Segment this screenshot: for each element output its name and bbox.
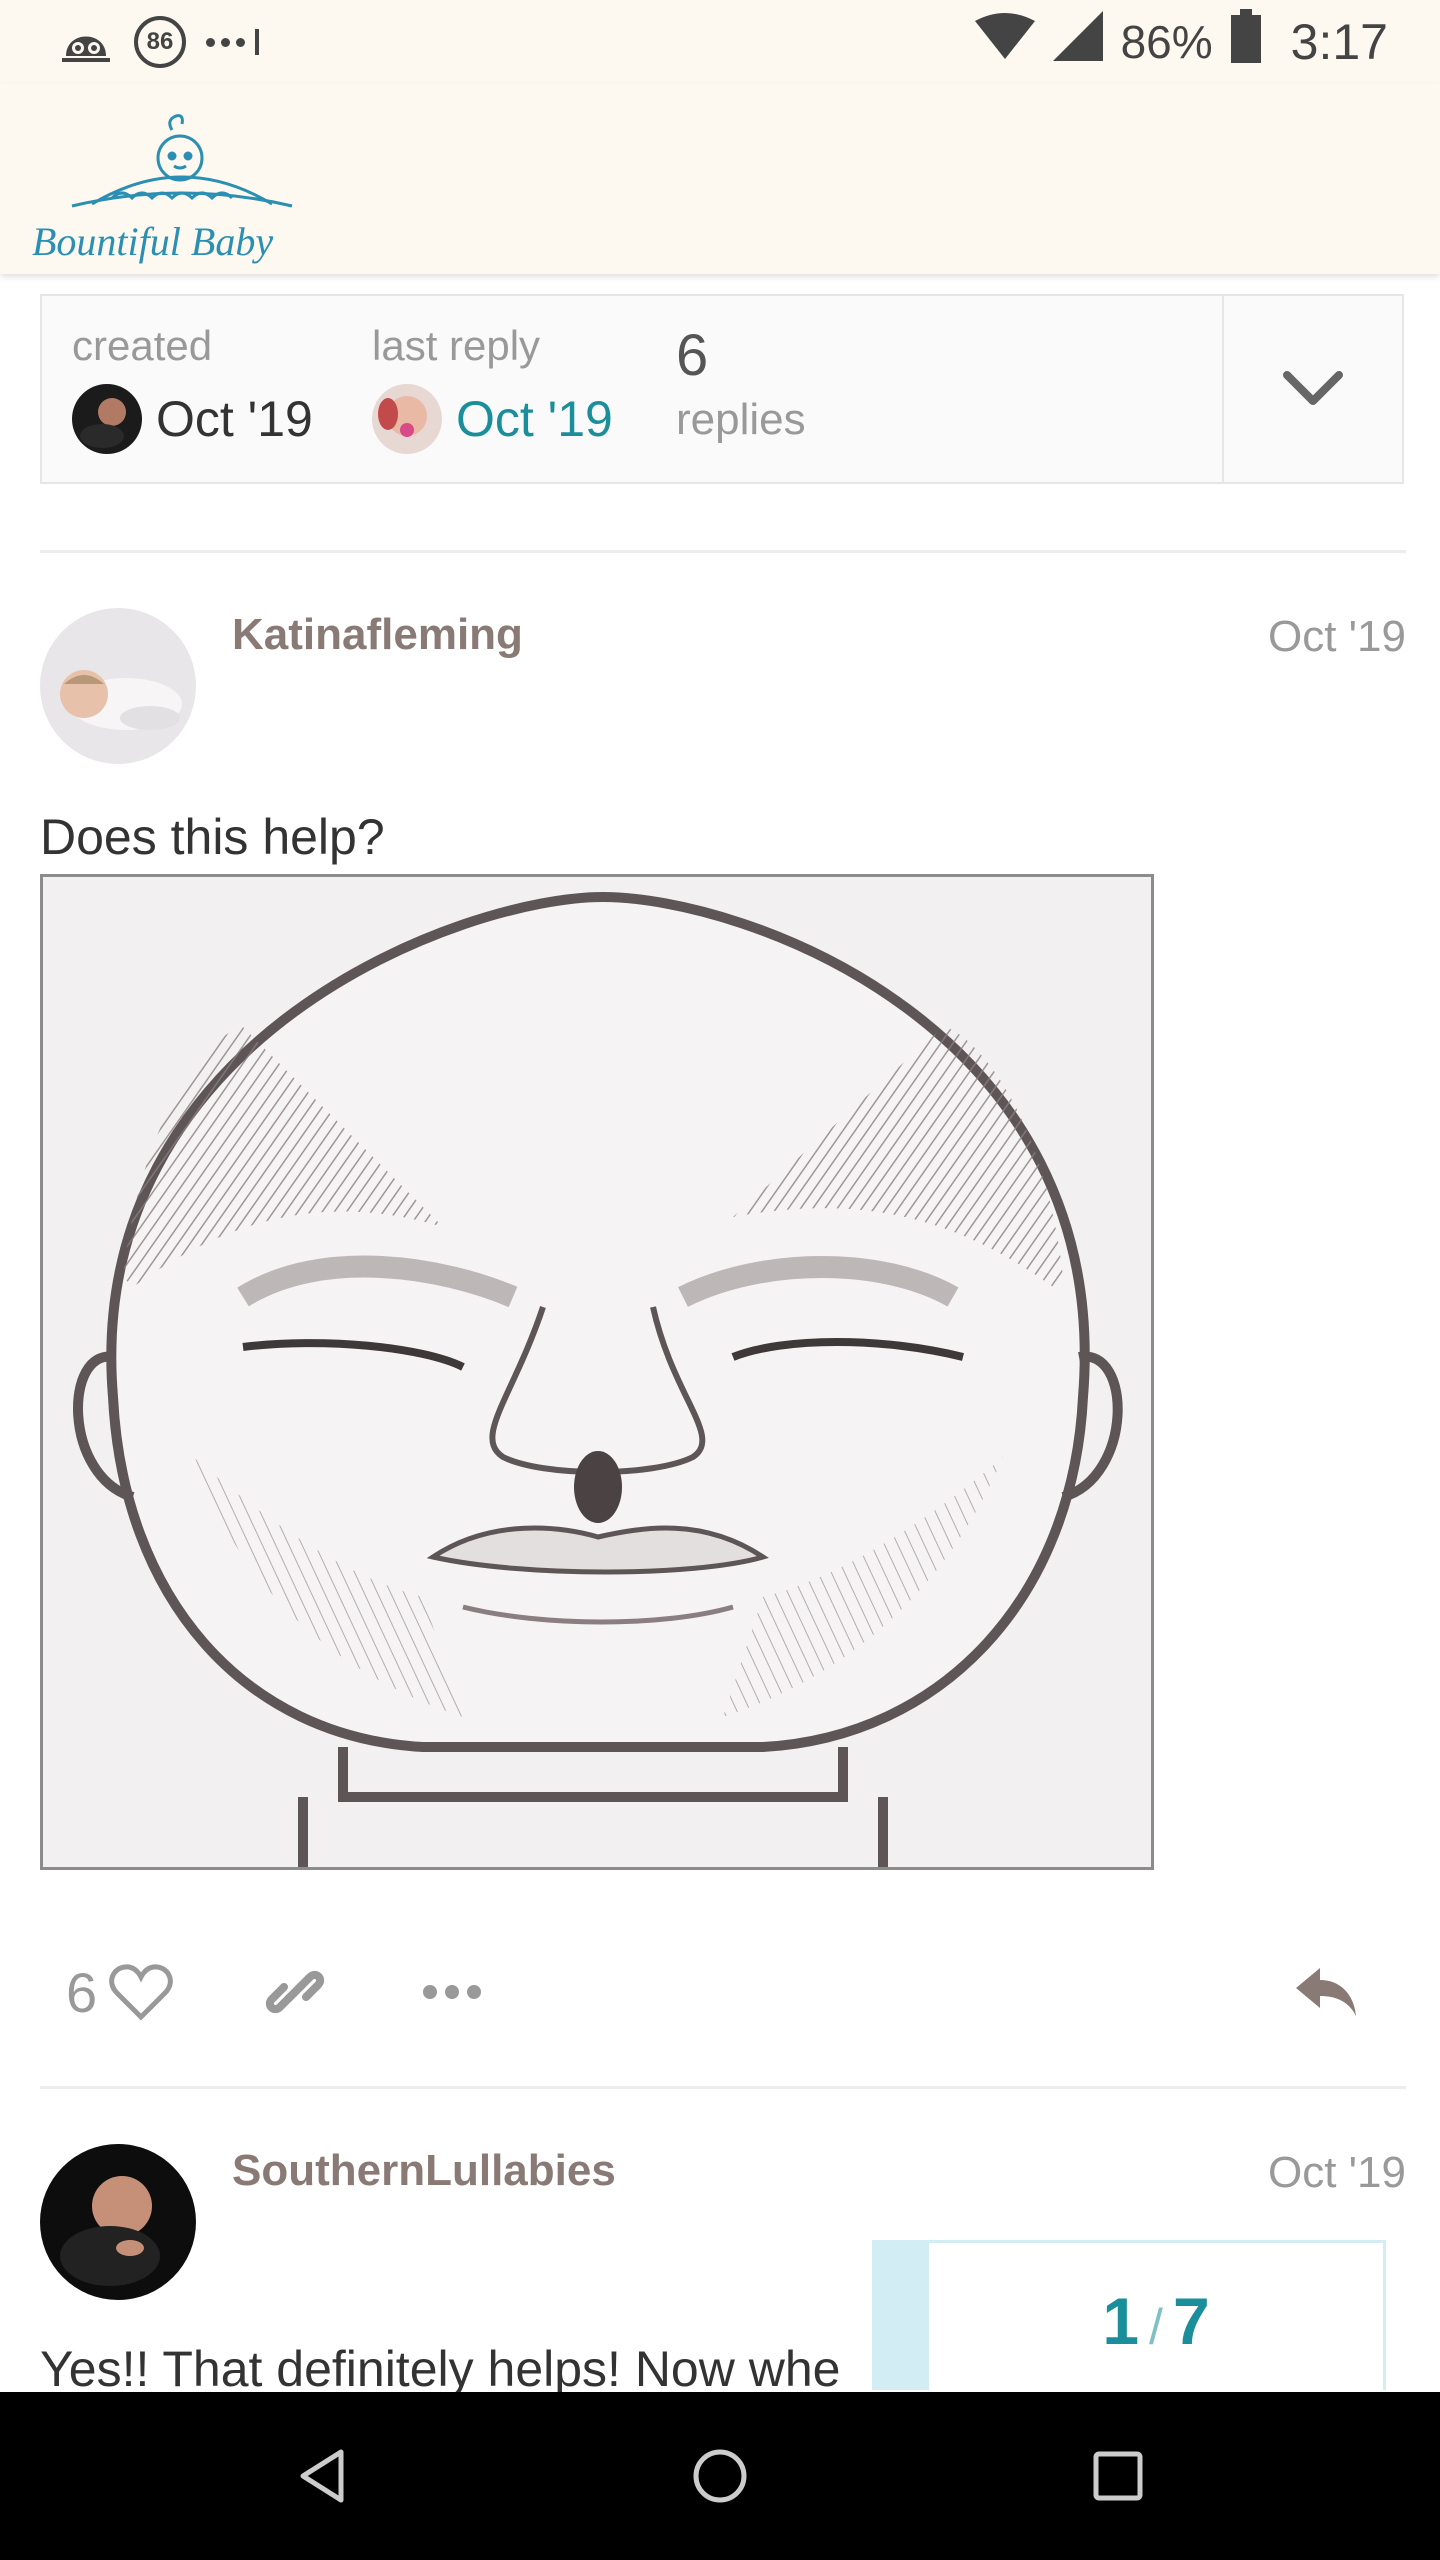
- creator-avatar[interactable]: [72, 384, 142, 454]
- replies-count: 6: [676, 323, 709, 388]
- clock: 3:17: [1290, 14, 1388, 70]
- post-date[interactable]: Oct '19: [1268, 2148, 1406, 2198]
- created-label: created: [72, 322, 213, 369]
- topic-map: created Oct '19 last reply Oct '19 6 rep…: [40, 294, 1404, 484]
- recents-icon: [1093, 2451, 1143, 2501]
- system-nav-bar: [0, 2392, 1440, 2560]
- post-text: Does this help?: [40, 809, 385, 865]
- logo-text: Bountiful Baby: [32, 219, 274, 264]
- last-reply-label: last reply: [372, 322, 541, 369]
- post-date[interactable]: Oct '19: [1268, 612, 1406, 662]
- heart-icon: [109, 1964, 173, 2021]
- notification-badge: 86: [134, 16, 186, 68]
- battery-icon: [1230, 9, 1261, 75]
- last-reply-date[interactable]: Oct '19: [456, 390, 613, 448]
- post-text: Yes!! That definitely helps! Now whe: [40, 2341, 841, 2397]
- recents-button[interactable]: [1078, 2436, 1158, 2516]
- home-button[interactable]: [680, 2436, 760, 2516]
- created-section: created Oct '19: [72, 322, 313, 454]
- more-icon: [423, 1985, 481, 1999]
- timeline-current: 1: [1102, 2284, 1140, 2358]
- baby-logo-icon: [71, 114, 293, 208]
- last-reply-section: last reply Oct '19: [372, 322, 613, 454]
- created-date: Oct '19: [156, 391, 313, 447]
- like-count: 6: [66, 1960, 98, 2024]
- topic-map-toggle-button[interactable]: [1222, 296, 1402, 482]
- more-notifications-icon: [206, 29, 259, 55]
- home-icon: [693, 2449, 747, 2503]
- more-actions-button[interactable]: [420, 1952, 484, 2032]
- post-username[interactable]: Katinafleming: [232, 610, 523, 660]
- back-button[interactable]: [282, 2436, 362, 2516]
- app-header: Bountiful Baby: [0, 84, 1440, 274]
- reply-button[interactable]: [1294, 1952, 1358, 2032]
- timeline-separator: /: [1149, 2299, 1163, 2355]
- post-avatar[interactable]: [40, 608, 196, 764]
- last-reply-avatar[interactable]: [372, 384, 442, 454]
- divider: [40, 550, 1406, 553]
- timeline-counter: 1/7: [929, 2283, 1383, 2359]
- site-logo[interactable]: Bountiful Baby: [32, 110, 332, 264]
- post-timeline[interactable]: 1/7: [872, 2240, 1386, 2390]
- post-actions: 6: [40, 1952, 1406, 2032]
- like-button[interactable]: 6: [66, 1952, 173, 2032]
- post-username[interactable]: SouthernLullabies: [232, 2146, 616, 2196]
- chevron-down-icon: [1283, 371, 1343, 405]
- link-icon: [265, 1970, 325, 2014]
- signal-icon: [1052, 11, 1103, 73]
- post-avatar[interactable]: [40, 2144, 196, 2300]
- ghost-icon: [58, 16, 114, 69]
- post-image[interactable]: [40, 874, 1154, 1870]
- timeline-progress-bar: [875, 2243, 929, 2390]
- battery-percent: 86%: [1120, 16, 1213, 68]
- back-icon: [300, 2449, 344, 2503]
- timeline-total: 7: [1172, 2284, 1210, 2358]
- reply-icon: [1296, 1968, 1356, 2016]
- replies-section: 6 replies: [676, 318, 806, 445]
- divider: [40, 2086, 1406, 2089]
- replies-label: replies: [676, 395, 806, 444]
- status-bar: 86 86% 3:17: [0, 0, 1440, 84]
- wifi-icon: [974, 13, 1035, 71]
- share-link-button[interactable]: [262, 1952, 328, 2032]
